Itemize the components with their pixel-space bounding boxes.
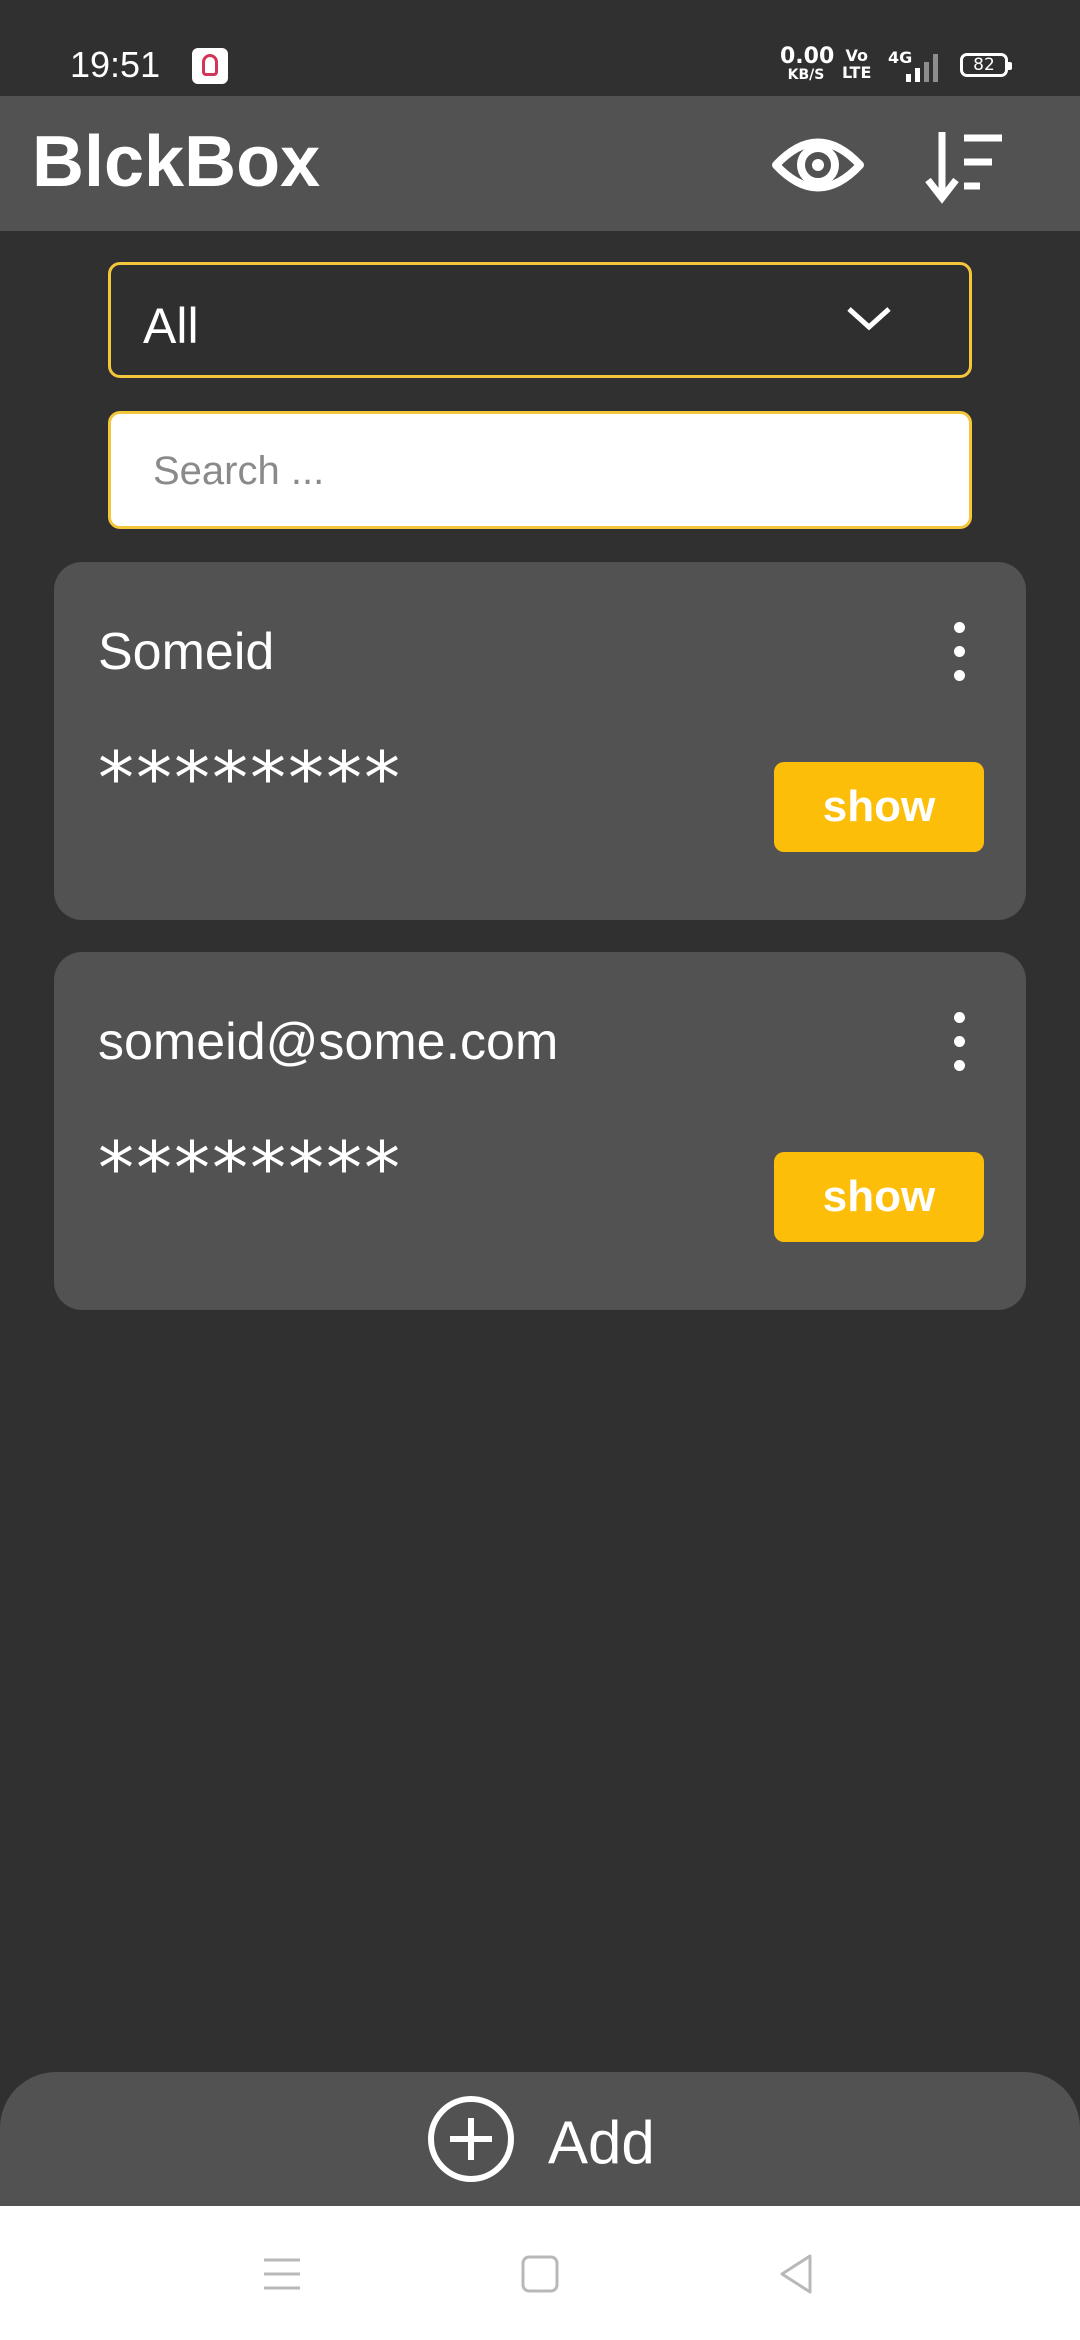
- credential-card: Someid ******** show: [54, 562, 1026, 920]
- notification-app-icon: [192, 48, 228, 84]
- search-input[interactable]: [151, 436, 915, 506]
- status-time: 19:51: [70, 44, 161, 85]
- menu-icon[interactable]: [258, 2250, 306, 2298]
- system-nav-bar: [0, 2206, 1080, 2340]
- home-icon[interactable]: [516, 2250, 564, 2298]
- volte-indicator: Vo LTE: [842, 47, 872, 82]
- category-filter-dropdown[interactable]: All: [108, 262, 972, 378]
- search-field[interactable]: [108, 411, 972, 529]
- battery-icon: 82: [960, 53, 1012, 77]
- status-bar: 19:51 0.00 KB/S Vo LTE 4G 82: [0, 0, 1080, 96]
- masked-password: ********: [98, 736, 402, 820]
- toggle-visibility-button[interactable]: [770, 120, 866, 210]
- sort-button[interactable]: [920, 120, 1016, 210]
- sort-icon: [925, 132, 1002, 204]
- signal-icon: [906, 52, 944, 82]
- app-title: BlckBox: [32, 122, 321, 202]
- add-label: Add: [548, 2109, 655, 2176]
- more-options-icon[interactable]: [948, 1012, 972, 1072]
- show-password-button[interactable]: show: [774, 762, 984, 852]
- show-password-button[interactable]: show: [774, 1152, 984, 1242]
- credential-title: someid@some.com: [98, 1013, 559, 1071]
- add-entry-button[interactable]: Add: [0, 2072, 1080, 2206]
- plus-circle-icon: [428, 2096, 514, 2182]
- more-options-icon[interactable]: [948, 622, 972, 682]
- volte-bottom: LTE: [842, 62, 872, 82]
- category-filter-value: All: [143, 298, 199, 354]
- network-speed-unit: KB/S: [787, 67, 825, 83]
- credential-title: Someid: [98, 623, 275, 681]
- credential-card: someid@some.com ******** show: [54, 952, 1026, 1310]
- network-speed: 0.00 KB/S: [780, 44, 835, 83]
- network-speed-value: 0.00: [780, 44, 835, 69]
- app-bar: BlckBox: [0, 96, 1080, 231]
- eye-icon: [772, 138, 864, 192]
- back-icon[interactable]: [772, 2250, 820, 2298]
- masked-password: ********: [98, 1126, 402, 1210]
- chevron-down-icon: [847, 307, 891, 331]
